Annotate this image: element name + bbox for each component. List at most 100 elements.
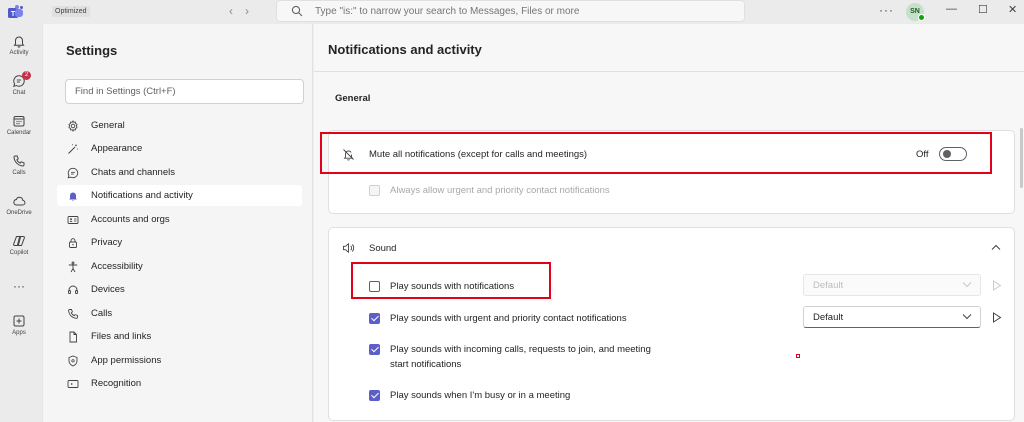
shield-icon <box>68 355 78 367</box>
bell-icon <box>69 192 77 202</box>
chat-bubble-icon <box>67 167 79 179</box>
rail-label: Activity <box>9 50 29 56</box>
gear-icon <box>68 120 78 132</box>
file-icon <box>69 331 77 343</box>
play-sounds-busy-label: Play sounds when I'm busy or in a meetin… <box>390 390 571 401</box>
rail-item-calendar[interactable]: Calendar <box>0 114 38 136</box>
minimize-button[interactable]: — <box>946 3 957 15</box>
settings-item-chats-and-channels[interactable]: Chats and channels <box>57 162 302 183</box>
rail-item-chat[interactable]: 2 Chat <box>0 71 38 96</box>
svg-text:T: T <box>11 11 16 18</box>
rail-item-calls[interactable]: Calls <box>0 154 38 176</box>
plus-box-icon <box>13 315 25 327</box>
divider <box>314 71 1024 72</box>
rail-label: Copilot <box>9 250 29 256</box>
rail-item-copilot[interactable]: Copilot <box>0 234 38 256</box>
page-title: Notifications and activity <box>328 42 482 57</box>
presence-available-icon <box>918 14 925 21</box>
scrollbar[interactable] <box>1020 128 1023 188</box>
rail-label: OneDrive <box>6 210 32 216</box>
wand-icon <box>68 144 78 154</box>
settings-item-app-permissions[interactable]: App permissions <box>57 350 302 371</box>
settings-item-label: Accessibility <box>91 261 143 272</box>
urgent-allow-label: Always allow urgent and priority contact… <box>390 185 610 196</box>
bell-icon <box>13 36 25 48</box>
highlight-box-play-sounds <box>351 262 551 299</box>
calendar-icon <box>13 116 25 127</box>
settings-item-notifications-and-activity[interactable]: Notifications and activity <box>57 185 302 206</box>
highlight-dot <box>796 354 800 358</box>
chevron-down-icon <box>962 314 972 320</box>
search-icon <box>291 5 303 17</box>
play-sounds-busy-checkbox[interactable] <box>369 390 380 401</box>
play-icon[interactable] <box>992 312 1002 323</box>
play-sounds-urgent-label: Play sounds with urgent and priority con… <box>390 313 627 324</box>
play-sounds-calls-checkbox[interactable] <box>369 344 380 355</box>
rail-label: Chat <box>12 90 26 96</box>
phone-icon <box>13 155 25 167</box>
copilot-icon <box>13 236 25 246</box>
play-icon[interactable] <box>992 280 1002 291</box>
settings-item-label: Files and links <box>91 331 152 342</box>
lock-icon <box>69 238 77 248</box>
settings-item-calls[interactable]: Calls <box>57 303 302 324</box>
play-sounds-urgent-checkbox[interactable] <box>369 313 380 324</box>
chevron-down-icon <box>962 282 972 288</box>
rail-item-activity[interactable]: Activity <box>0 34 38 56</box>
settings-item-accounts-and-orgs[interactable]: Accounts and orgs <box>57 209 302 230</box>
settings-item-label: Devices <box>91 284 125 295</box>
history-nav: ‹ › <box>229 4 261 18</box>
highlight-box-mute <box>320 132 992 174</box>
notifications-page: Notifications and activity General Mute … <box>314 24 1024 422</box>
settings-item-label: General <box>91 120 125 131</box>
rail-label: Apps <box>12 330 26 336</box>
settings-item-files-and-links[interactable]: Files and links <box>57 326 302 347</box>
play-sounds-calls-label-line2: start notifications <box>390 359 462 370</box>
settings-item-label: Recognition <box>91 378 142 389</box>
rail-label: Calls <box>12 170 26 176</box>
optimized-badge: Optimized <box>52 6 90 17</box>
close-button[interactable]: ✕ <box>1008 3 1017 16</box>
settings-item-appearance[interactable]: Appearance <box>57 138 302 159</box>
urgent-sound-select[interactable]: Default <box>803 306 981 328</box>
settings-title: Settings <box>66 43 118 58</box>
forward-arrow-icon[interactable]: › <box>245 4 249 18</box>
maximize-button[interactable]: ☐ <box>978 3 988 16</box>
cloud-icon <box>13 196 26 206</box>
settings-item-label: Accounts and orgs <box>91 214 170 225</box>
settings-panel: Settings General Appearance Chats and ch… <box>42 24 313 422</box>
settings-item-general[interactable]: General <box>57 115 302 136</box>
unread-count-badge: 2 <box>22 71 31 80</box>
speaker-icon <box>343 242 355 254</box>
teams-logo-icon: T <box>8 5 23 18</box>
id-card-icon <box>67 216 79 224</box>
general-heading: General <box>335 93 371 104</box>
settings-item-devices[interactable]: Devices <box>57 279 302 300</box>
settings-item-label: Appearance <box>91 143 143 154</box>
global-search[interactable] <box>276 0 745 22</box>
settings-item-recognition[interactable]: Recognition <box>57 373 302 394</box>
settings-item-label: Notifications and activity <box>91 190 193 201</box>
sound-card: Sound Play sounds with notifications Def… <box>328 227 1015 421</box>
recognition-icon <box>67 380 79 388</box>
rail-label: Calendar <box>6 130 32 136</box>
global-search-input[interactable] <box>315 4 735 18</box>
urgent-allow-checkbox[interactable] <box>369 185 380 196</box>
settings-item-label: Privacy <box>91 237 123 248</box>
play-sounds-calls-label: Play sounds with incoming calls, request… <box>390 344 651 355</box>
settings-item-accessibility[interactable]: Accessibility <box>57 256 302 277</box>
app-rail: Activity 2 Chat Calendar Calls OneDrive … <box>0 24 42 422</box>
rail-item-onedrive[interactable]: OneDrive <box>0 194 38 216</box>
more-options-button[interactable]: ··· <box>879 3 894 17</box>
settings-item-privacy[interactable]: Privacy <box>57 232 302 253</box>
select-value: Default <box>813 280 844 291</box>
rail-item-apps[interactable]: Apps <box>0 314 38 336</box>
sound-heading: Sound <box>369 243 397 254</box>
settings-search-input[interactable] <box>65 79 304 104</box>
back-arrow-icon[interactable]: ‹ <box>229 4 233 18</box>
more-icon: ··· <box>13 279 25 293</box>
chevron-up-icon[interactable] <box>991 244 1001 251</box>
notification-sound-select[interactable]: Default <box>803 274 981 296</box>
rail-more-button[interactable]: ··· <box>0 279 38 293</box>
settings-item-label: App permissions <box>91 355 162 366</box>
